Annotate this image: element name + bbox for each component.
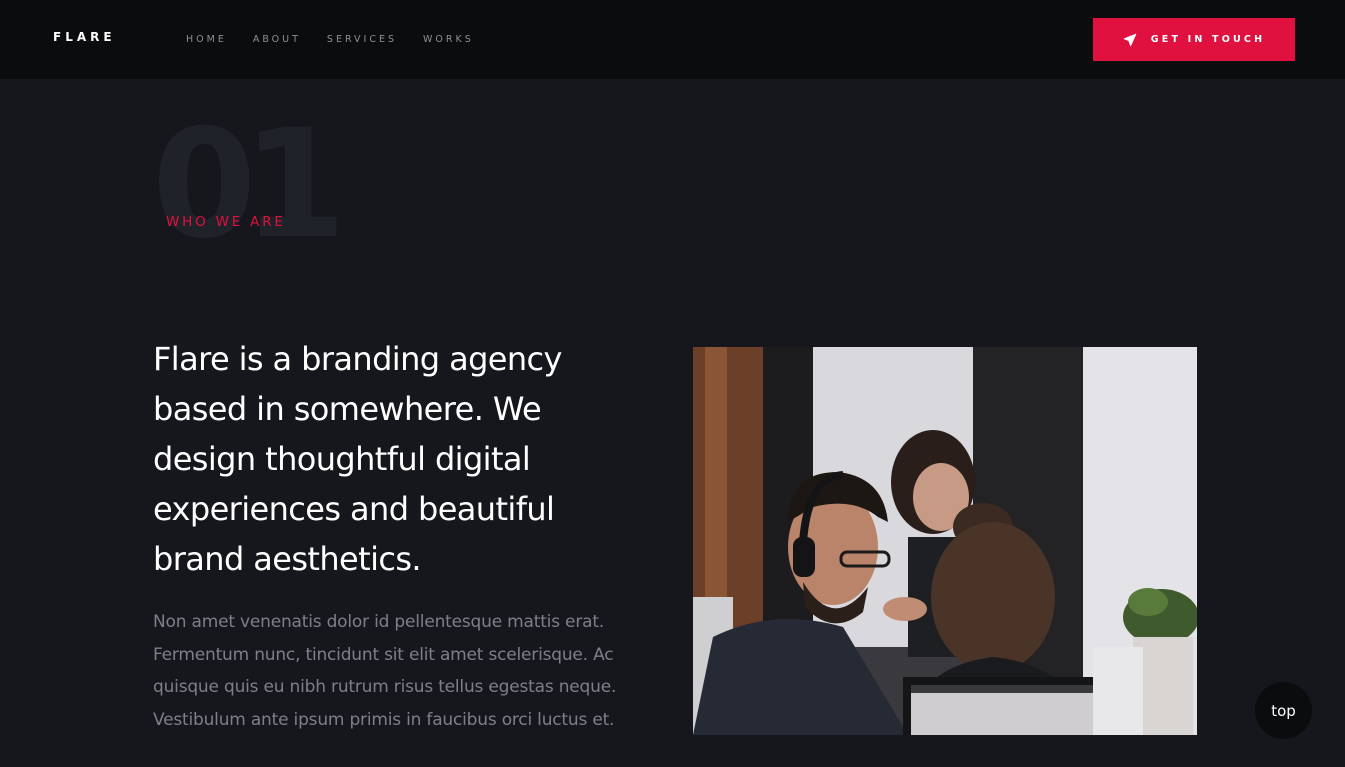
nav-home[interactable]: HOME [186,34,227,45]
main-nav: HOME ABOUT SERVICES WORKS [186,34,500,45]
about-body: Non amet venenatis dolor id pellentesque… [153,612,617,730]
nav-about[interactable]: ABOUT [253,34,301,45]
get-in-touch-label: GET IN TOUCH [1150,34,1266,45]
logo[interactable]: FLARE [53,30,116,44]
paper-plane-icon [1123,33,1137,46]
site-header: FLARE HOME ABOUT SERVICES WORKS GET IN T… [0,0,1345,79]
section-kicker: WHO WE ARE [166,214,286,230]
get-in-touch-button[interactable]: GET IN TOUCH [1093,18,1295,61]
nav-services[interactable]: SERVICES [327,34,397,45]
scroll-to-top-button[interactable]: top [1255,682,1312,739]
team-photo-illustration [693,347,1197,735]
section-number: 01 [152,98,347,272]
nav-works[interactable]: WORKS [423,34,474,45]
about-headline: Flare is a branding agency based in some… [153,340,562,578]
team-photo [693,347,1197,735]
page: FLARE HOME ABOUT SERVICES WORKS GET IN T… [0,0,1345,767]
